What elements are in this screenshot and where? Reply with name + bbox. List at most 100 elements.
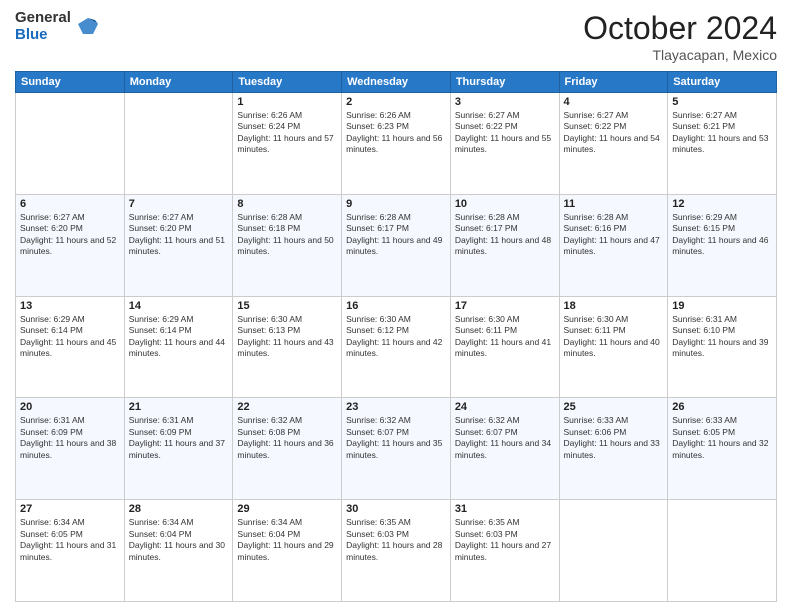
- table-row: 31Sunrise: 6:35 AMSunset: 6:03 PMDayligh…: [450, 500, 559, 602]
- table-row: 5 Sunrise: 6:27 AMSunset: 6:21 PMDaylight…: [668, 93, 777, 195]
- table-row: 3Sunrise: 6:27 AMSunset: 6:22 PMDaylight…: [450, 93, 559, 195]
- month-title: October 2024: [583, 10, 777, 47]
- day-content: Sunrise: 6:34 AMSunset: 6:04 PMDaylight:…: [237, 517, 337, 563]
- day-content: Sunrise: 6:33 AMSunset: 6:06 PMDaylight:…: [564, 415, 664, 461]
- table-row: 26Sunrise: 6:33 AMSunset: 6:05 PMDayligh…: [668, 398, 777, 500]
- day-content: Sunrise: 6:28 AMSunset: 6:18 PMDaylight:…: [237, 212, 337, 258]
- table-row: 23 Sunrise: 6:32 AMSunset: 6:07 PMDayligh…: [342, 398, 451, 500]
- col-thursday: Thursday: [450, 72, 559, 93]
- day-number: 8: [237, 198, 337, 210]
- table-row: 29 Sunrise: 6:34 AMSunset: 6:04 PMDayligh…: [233, 500, 342, 602]
- table-row: 28Sunrise: 6:34 AMSunset: 6:04 PMDayligh…: [124, 500, 233, 602]
- day-content: Sunrise: 6:27 AMSunset: 6:20 PMDaylight:…: [20, 212, 120, 258]
- day-content: Sunrise: 6:27 AMSunset: 6:20 PMDaylight:…: [129, 212, 229, 258]
- location: Tlayacapan, Mexico: [583, 47, 777, 63]
- table-row: 20 Sunrise: 6:31 AMSunset: 6:09 PMDayligh…: [16, 398, 125, 500]
- header: General Blue October 2024 Tlayacapan, Me…: [15, 10, 777, 63]
- col-saturday: Saturday: [668, 72, 777, 93]
- day-content: Sunrise: 6:35 AMSunset: 6:03 PMDaylight:…: [346, 517, 446, 563]
- col-wednesday: Wednesday: [342, 72, 451, 93]
- day-number: 29: [237, 503, 337, 515]
- table-row: 24 Sunrise: 6:32 AMSunset: 6:07 PMDayligh…: [450, 398, 559, 500]
- table-row: [668, 500, 777, 602]
- calendar-week-row: 20 Sunrise: 6:31 AMSunset: 6:09 PMDayligh…: [16, 398, 777, 500]
- day-content: Sunrise: 6:29 AMSunset: 6:14 PMDaylight:…: [20, 314, 120, 360]
- day-number: 13: [20, 300, 120, 312]
- table-row: 19Sunrise: 6:31 AMSunset: 6:10 PMDayligh…: [668, 296, 777, 398]
- table-row: 16Sunrise: 6:30 AMSunset: 6:12 PMDayligh…: [342, 296, 451, 398]
- day-number: 21: [129, 401, 229, 413]
- table-row: [124, 93, 233, 195]
- table-row: 25 Sunrise: 6:33 AMSunset: 6:06 PMDayligh…: [559, 398, 668, 500]
- page: General Blue October 2024 Tlayacapan, Me…: [0, 0, 792, 612]
- day-number: 22: [237, 401, 337, 413]
- logo-icon: [77, 16, 99, 38]
- day-number: 24: [455, 401, 555, 413]
- logo-text: General Blue: [15, 10, 71, 43]
- day-number: 20: [20, 401, 120, 413]
- day-number: 1: [237, 96, 337, 108]
- day-number: 4: [564, 96, 664, 108]
- table-row: 27 Sunrise: 6:34 AMSunset: 6:05 PMDayligh…: [16, 500, 125, 602]
- table-row: 7 Sunrise: 6:27 AMSunset: 6:20 PMDaylight…: [124, 194, 233, 296]
- day-number: 23: [346, 401, 446, 413]
- day-content: Sunrise: 6:34 AMSunset: 6:05 PMDaylight:…: [20, 517, 120, 563]
- table-row: 30Sunrise: 6:35 AMSunset: 6:03 PMDayligh…: [342, 500, 451, 602]
- col-friday: Friday: [559, 72, 668, 93]
- day-content: Sunrise: 6:31 AMSunset: 6:10 PMDaylight:…: [672, 314, 772, 360]
- day-content: Sunrise: 6:33 AMSunset: 6:05 PMDaylight:…: [672, 415, 772, 461]
- col-sunday: Sunday: [16, 72, 125, 93]
- table-row: 11 Sunrise: 6:28 AMSunset: 6:16 PMDayligh…: [559, 194, 668, 296]
- day-number: 27: [20, 503, 120, 515]
- day-number: 25: [564, 401, 664, 413]
- table-row: 13 Sunrise: 6:29 AMSunset: 6:14 PMDayligh…: [16, 296, 125, 398]
- day-number: 12: [672, 198, 772, 210]
- day-content: Sunrise: 6:31 AMSunset: 6:09 PMDaylight:…: [20, 415, 120, 461]
- day-number: 7: [129, 198, 229, 210]
- day-number: 31: [455, 503, 555, 515]
- day-content: Sunrise: 6:28 AMSunset: 6:17 PMDaylight:…: [455, 212, 555, 258]
- table-row: 14Sunrise: 6:29 AMSunset: 6:14 PMDayligh…: [124, 296, 233, 398]
- calendar-header-row: Sunday Monday Tuesday Wednesday Thursday…: [16, 72, 777, 93]
- table-row: 6 Sunrise: 6:27 AMSunset: 6:20 PMDaylight…: [16, 194, 125, 296]
- day-number: 9: [346, 198, 446, 210]
- calendar-week-row: 27 Sunrise: 6:34 AMSunset: 6:05 PMDayligh…: [16, 500, 777, 602]
- day-content: Sunrise: 6:29 AMSunset: 6:15 PMDaylight:…: [672, 212, 772, 258]
- day-content: Sunrise: 6:26 AMSunset: 6:23 PMDaylight:…: [346, 110, 446, 156]
- day-content: Sunrise: 6:26 AMSunset: 6:24 PMDaylight:…: [237, 110, 337, 156]
- day-content: Sunrise: 6:32 AMSunset: 6:07 PMDaylight:…: [346, 415, 446, 461]
- table-row: 17Sunrise: 6:30 AMSunset: 6:11 PMDayligh…: [450, 296, 559, 398]
- col-monday: Monday: [124, 72, 233, 93]
- day-content: Sunrise: 6:30 AMSunset: 6:11 PMDaylight:…: [455, 314, 555, 360]
- table-row: 22Sunrise: 6:32 AMSunset: 6:08 PMDayligh…: [233, 398, 342, 500]
- day-number: 16: [346, 300, 446, 312]
- day-content: Sunrise: 6:34 AMSunset: 6:04 PMDaylight:…: [129, 517, 229, 563]
- day-content: Sunrise: 6:28 AMSunset: 6:17 PMDaylight:…: [346, 212, 446, 258]
- day-number: 10: [455, 198, 555, 210]
- table-row: 4Sunrise: 6:27 AMSunset: 6:22 PMDaylight…: [559, 93, 668, 195]
- title-block: October 2024 Tlayacapan, Mexico: [583, 10, 777, 63]
- table-row: 1 Sunrise: 6:26 AMSunset: 6:24 PMDaylight…: [233, 93, 342, 195]
- day-content: Sunrise: 6:28 AMSunset: 6:16 PMDaylight:…: [564, 212, 664, 258]
- day-content: Sunrise: 6:29 AMSunset: 6:14 PMDaylight:…: [129, 314, 229, 360]
- logo-general: General: [15, 10, 71, 27]
- day-number: 5: [672, 96, 772, 108]
- day-content: Sunrise: 6:27 AMSunset: 6:21 PMDaylight:…: [672, 110, 772, 156]
- table-row: 9 Sunrise: 6:28 AMSunset: 6:17 PMDaylight…: [342, 194, 451, 296]
- table-row: 10 Sunrise: 6:28 AMSunset: 6:17 PMDayligh…: [450, 194, 559, 296]
- logo: General Blue: [15, 10, 99, 43]
- day-number: 6: [20, 198, 120, 210]
- col-tuesday: Tuesday: [233, 72, 342, 93]
- day-content: Sunrise: 6:31 AMSunset: 6:09 PMDaylight:…: [129, 415, 229, 461]
- day-content: Sunrise: 6:32 AMSunset: 6:07 PMDaylight:…: [455, 415, 555, 461]
- day-number: 18: [564, 300, 664, 312]
- table-row: [559, 500, 668, 602]
- calendar-week-row: 6 Sunrise: 6:27 AMSunset: 6:20 PMDaylight…: [16, 194, 777, 296]
- table-row: 21 Sunrise: 6:31 AMSunset: 6:09 PMDayligh…: [124, 398, 233, 500]
- day-number: 2: [346, 96, 446, 108]
- day-content: Sunrise: 6:30 AMSunset: 6:13 PMDaylight:…: [237, 314, 337, 360]
- calendar-week-row: 1 Sunrise: 6:26 AMSunset: 6:24 PMDaylight…: [16, 93, 777, 195]
- table-row: 2 Sunrise: 6:26 AMSunset: 6:23 PMDaylight…: [342, 93, 451, 195]
- calendar-table: Sunday Monday Tuesday Wednesday Thursday…: [15, 71, 777, 602]
- day-number: 11: [564, 198, 664, 210]
